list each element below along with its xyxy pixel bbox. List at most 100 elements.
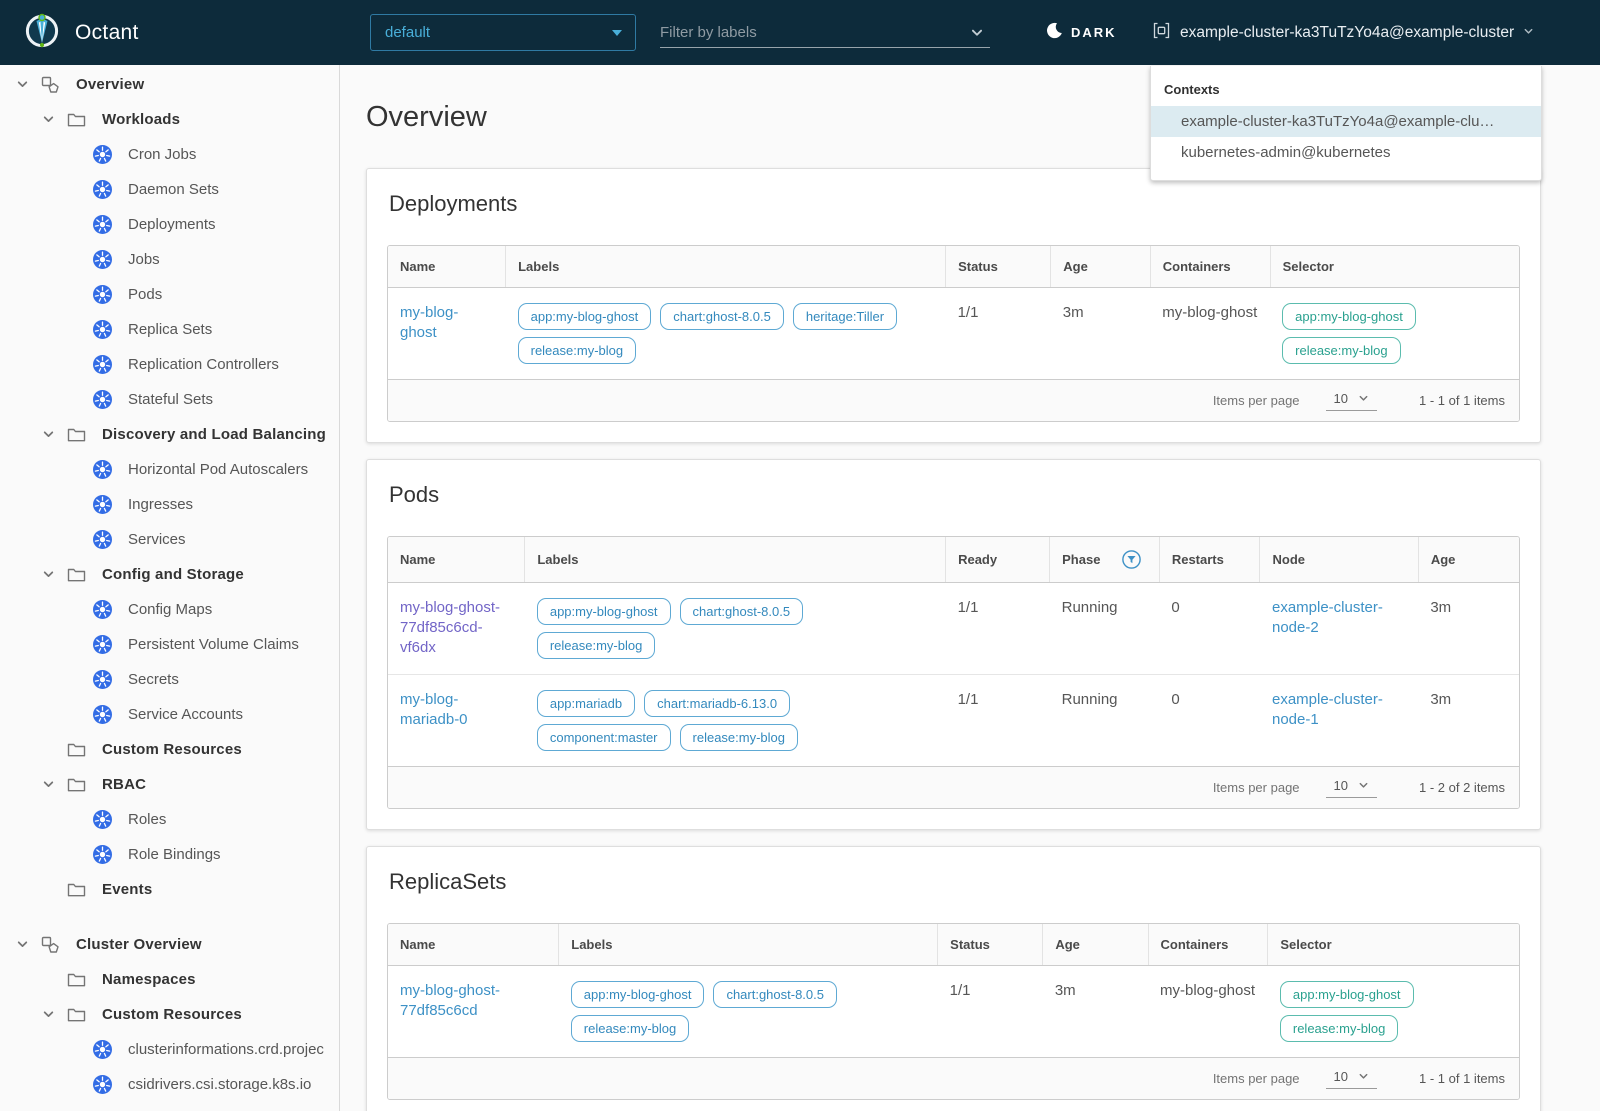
sidebar-item-ingresses[interactable]: Ingresses: [0, 487, 339, 522]
items-per-page-select[interactable]: 10: [1325, 777, 1377, 798]
selector-badge: release:my-blog: [1282, 337, 1401, 364]
sidebar-item-custom-resources[interactable]: Custom Resources: [0, 732, 339, 767]
sidebar-item-rbac[interactable]: RBAC: [0, 767, 339, 802]
sidebar-item-label: Persistent Volume Claims: [128, 636, 299, 653]
cell-text: 1/1: [957, 304, 979, 321]
col-header-age: Age: [1417, 537, 1519, 583]
pods-icon: [92, 285, 112, 305]
sidebar-item-service-accounts[interactable]: Service Accounts: [0, 697, 339, 732]
col-header-labels: Labels: [524, 537, 946, 583]
col-header-name: Name: [388, 924, 559, 966]
sidebar-item-role-bindings[interactable]: Role Bindings: [0, 837, 339, 872]
example-cluster-node-1-link[interactable]: example-cluster-node-1: [1272, 691, 1383, 728]
card-replicasets: ReplicaSets Name Labels Status Age Containers…: [366, 846, 1541, 1111]
sidebar-item-label: Events: [102, 881, 153, 898]
col-header-labels: Labels: [505, 246, 946, 288]
sidebar-item-label: clusterinformations.crd.projec: [128, 1041, 324, 1058]
sidebar-item-daemon-sets[interactable]: Daemon Sets: [0, 172, 339, 207]
col-header-selector: Selector: [1267, 924, 1519, 966]
cluster-icon: [1152, 21, 1171, 45]
theme-toggle[interactable]: DARK: [1046, 0, 1117, 65]
example-cluster-node-2-link[interactable]: example-cluster-node-2: [1272, 599, 1383, 636]
sidebar-item-label: Stateful Sets: [128, 391, 214, 408]
pagination: Items per page 10 1 - 2 of 2 items: [388, 766, 1519, 808]
my-blog-ghost-77df85c6cd-link[interactable]: my-blog-ghost-77df85c6cd: [400, 982, 500, 1019]
namespace-select[interactable]: default: [370, 14, 636, 51]
cron-jobs-icon: [92, 145, 112, 165]
sidebar-item-deployments[interactable]: Deployments: [0, 207, 339, 242]
sidebar-item-label: Cluster Overview: [76, 936, 202, 953]
selector-badge: release:my-blog: [1279, 1015, 1399, 1042]
label-badge: chart:ghost-8.0.5: [660, 303, 784, 330]
discovery-folder-icon: [66, 425, 86, 445]
context-menu-item[interactable]: kubernetes-admin@kubernetes: [1151, 137, 1541, 168]
items-per-page-select[interactable]: 10: [1325, 1068, 1377, 1089]
sidebar-item-label: Secrets: [128, 671, 179, 688]
sidebar-item-cron-jobs[interactable]: Cron Jobs: [0, 137, 339, 172]
sidebar-item-cluster-overview[interactable]: Cluster Overview: [0, 927, 339, 962]
label-badge: release:my-blog: [536, 632, 656, 659]
badge-row: release:my-blog: [570, 1015, 926, 1042]
sidebar-item-label: Ingresses: [128, 496, 194, 513]
cluster-custom-resources-folder-icon: [66, 1005, 86, 1025]
label-badge: app:my-blog-ghost: [536, 598, 671, 625]
chevron-down-icon: [40, 778, 56, 791]
sidebar-item-overview[interactable]: Overview: [0, 67, 339, 102]
chevron-down-icon: [40, 428, 56, 441]
sidebar-item-workloads[interactable]: Workloads: [0, 102, 339, 137]
sidebar-item-namespaces[interactable]: Namespaces: [0, 962, 339, 997]
sidebar-item-label: Deployments: [128, 216, 216, 233]
chevron-down-icon: [970, 26, 984, 40]
filter-funnel-icon[interactable]: [1122, 550, 1142, 569]
my-blog-mariadb-0-link[interactable]: my-blog-mariadb-0: [400, 691, 468, 728]
contexts-menu: Contexts example-cluster-ka3TuTzYo4a@exa…: [1150, 66, 1542, 181]
ingresses-icon: [92, 495, 112, 515]
stateful-sets-icon: [92, 390, 112, 410]
sidebar-item-roles[interactable]: Roles: [0, 802, 339, 837]
selector-badge: app:my-blog-ghost: [1282, 303, 1416, 330]
cards: Deployments Name Labels Status Age Containers…: [366, 168, 1541, 1111]
sidebar-item-label: Services: [128, 531, 186, 548]
col-header-phase: Phase: [1049, 537, 1160, 583]
card-deployments: Deployments Name Labels Status Age Containers…: [366, 168, 1541, 443]
table-row: my-blog-ghost app:my-blog-ghost chart:ghos…: [388, 288, 1519, 380]
table-row: my-blog-mariadb-0 app:mariadb chart:mariad…: [388, 674, 1519, 766]
sidebar-item-events[interactable]: Events: [0, 872, 339, 907]
cell-text: 3m: [1430, 599, 1452, 616]
sidebar-item-pods[interactable]: Pods: [0, 277, 339, 312]
label-badge: heritage:Tiller: [792, 303, 898, 330]
sidebar-item-config-and-storage[interactable]: Config and Storage: [0, 557, 339, 592]
my-blog-ghost-77df85c6cd-vf6dx-link[interactable]: my-blog-ghost-77df85c6cd-vf6dx: [400, 599, 500, 656]
col-header-age: Age: [1050, 246, 1151, 288]
card-title: ReplicaSets: [389, 869, 507, 894]
my-blog-ghost-link[interactable]: my-blog-ghost: [400, 304, 458, 341]
sidebar-item-persistent-volume-claims[interactable]: Persistent Volume Claims: [0, 627, 339, 662]
context-switcher[interactable]: example-cluster-ka3TuTzYo4a@example-clus…: [1152, 0, 1534, 65]
sidebar-item-jobs[interactable]: Jobs: [0, 242, 339, 277]
badge-row: app:my-blog-ghost chart:ghost-8.0.5: [570, 981, 926, 1008]
sidebar-item-custom-resources[interactable]: Custom Resources: [0, 997, 339, 1032]
sidebar-item-discovery-and-load-balancing[interactable]: Discovery and Load Balancing: [0, 417, 339, 452]
sidebar-item-replica-sets[interactable]: Replica Sets: [0, 312, 339, 347]
sidebar-item-label: Service Accounts: [128, 706, 244, 723]
chevron-down-icon: [40, 1008, 56, 1021]
sidebar-item-replication-controllers[interactable]: Replication Controllers: [0, 347, 339, 382]
pagination-range: 1 - 1 of 1 items: [1419, 393, 1505, 408]
sidebar-item-csidrivers-csi-storage-k8s-io[interactable]: csidrivers.csi.storage.k8s.io: [0, 1067, 339, 1102]
cell-text: 1/1: [957, 691, 979, 708]
col-header-name: Name: [388, 537, 525, 583]
context-menu-item[interactable]: example-cluster-ka3TuTzYo4a@example-clu…: [1151, 106, 1541, 137]
sidebar-item-stateful-sets[interactable]: Stateful Sets: [0, 382, 339, 417]
sidebar-item-horizontal-pod-autoscalers[interactable]: Horizontal Pod Autoscalers: [0, 452, 339, 487]
sidebar-item-config-maps[interactable]: Config Maps: [0, 592, 339, 627]
sidebar-item-clusterinformations-crd-projec[interactable]: clusterinformations.crd.projec: [0, 1032, 339, 1067]
items-per-page-select[interactable]: 10: [1325, 390, 1377, 411]
sidebar-item-secrets[interactable]: Secrets: [0, 662, 339, 697]
sidebar-item-services[interactable]: Services: [0, 522, 339, 557]
label-badge: chart:ghost-8.0.5: [679, 598, 804, 625]
label-filter-input[interactable]: Filter by labels: [660, 18, 990, 48]
selector-badge: app:my-blog-ghost: [1279, 981, 1414, 1008]
badge-row: app:my-blog-ghost: [1279, 981, 1507, 1008]
sidebar-item-label: Custom Resources: [102, 1006, 242, 1023]
table-row: my-blog-ghost-77df85c6cd-vf6dx app:my-blo…: [388, 583, 1519, 675]
